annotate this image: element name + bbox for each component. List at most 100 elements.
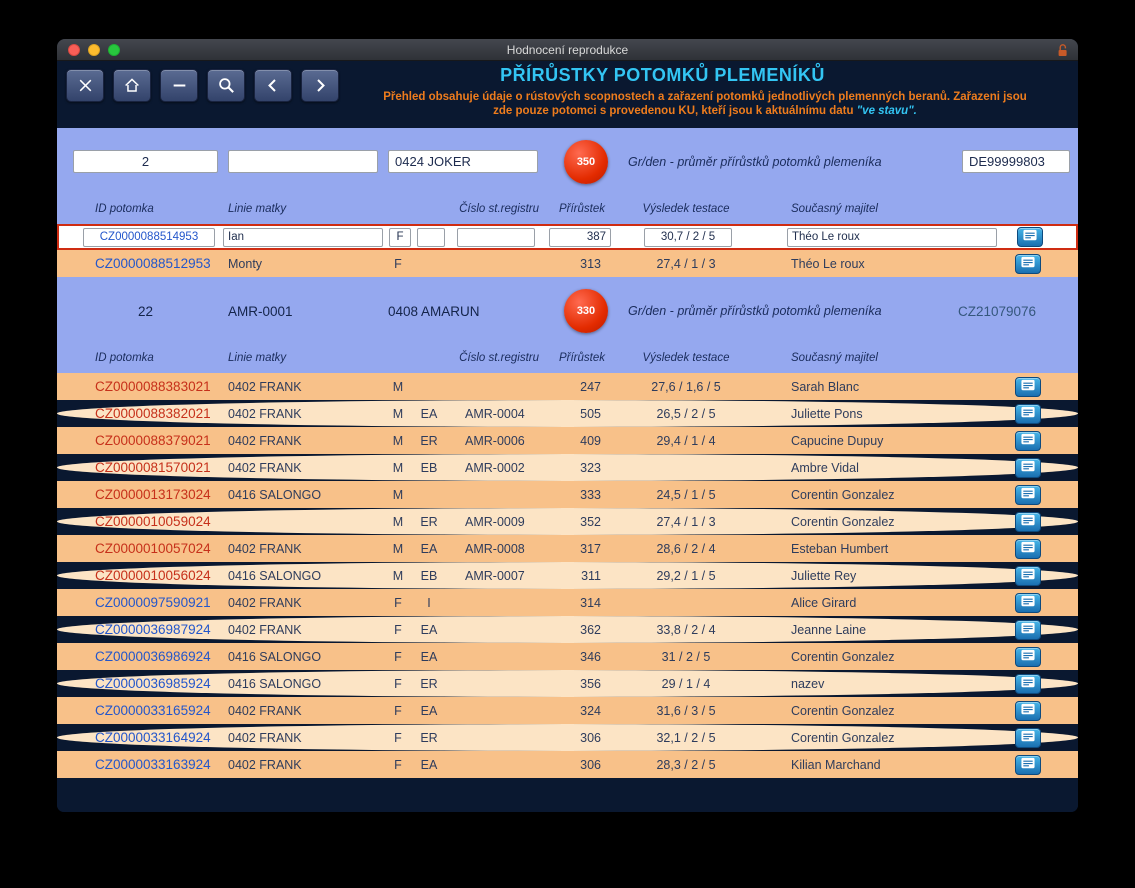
detail-button[interactable] xyxy=(1015,254,1041,274)
offspring-id[interactable]: CZ0000013173024 xyxy=(77,487,219,502)
class-value: EA xyxy=(411,704,447,718)
registration-number-input[interactable] xyxy=(962,150,1070,173)
selected-class-input[interactable] xyxy=(417,228,445,247)
selected-id-input[interactable] xyxy=(83,228,215,247)
column-header-owner: Současný majitel xyxy=(781,352,1003,364)
detail-button[interactable] xyxy=(1015,458,1041,478)
test-result-value: 28,3 / 2 / 5 xyxy=(621,758,751,772)
offspring-row[interactable]: CZ0000036985924 0416 SALONGO F ER 356 29… xyxy=(57,670,1078,697)
offspring-row[interactable]: CZ0000081570021 0402 FRANK M EB AMR-0002… xyxy=(57,454,1078,481)
dam-line-input[interactable] xyxy=(228,150,378,173)
offspring-row[interactable]: CZ0000010059024 M ER AMR-0009 352 27,4 /… xyxy=(57,508,1078,535)
minus-button[interactable] xyxy=(160,69,198,102)
app-header: PŘÍRŮSTKY POTOMKŮ PLEMENÍKŮ Přehled obsa… xyxy=(57,61,1078,128)
sire-name-input[interactable] xyxy=(388,150,538,173)
detail-button[interactable] xyxy=(1015,647,1041,667)
class-value: ER xyxy=(411,515,447,529)
offspring-id[interactable]: CZ0000088379021 xyxy=(77,433,219,448)
class-value: EA xyxy=(411,623,447,637)
sire-name-text: 0408 AMARUN xyxy=(388,285,538,337)
offspring-row[interactable]: CZ0000010057024 0402 FRANK M EA AMR-0008… xyxy=(57,535,1078,562)
daily-gain-value: 311 xyxy=(541,569,621,583)
order-number-text: 22 xyxy=(73,285,218,337)
offspring-id[interactable]: CZ0000033163924 xyxy=(77,757,219,772)
class-value: EB xyxy=(411,569,447,583)
offspring-row[interactable]: CZ0000036987924 0402 FRANK F EA 362 33,8… xyxy=(57,616,1078,643)
order-number-input[interactable] xyxy=(73,150,218,173)
column-header-test: Výsledek testace xyxy=(621,203,751,215)
offspring-row[interactable]: CZ0000088382021 0402 FRANK M EA AMR-0004… xyxy=(57,400,1078,427)
detail-button[interactable] xyxy=(1015,728,1041,748)
offspring-id[interactable]: CZ0000088512953 xyxy=(77,256,219,271)
owner-value: Alice Girard xyxy=(781,596,1003,610)
offspring-row[interactable]: CZ0000088383021 0402 FRANK M 247 27,6 / … xyxy=(57,373,1078,400)
test-result-value: 29 / 1 / 4 xyxy=(621,677,751,691)
close-button[interactable] xyxy=(66,69,104,102)
offspring-id[interactable]: CZ0000033165924 xyxy=(77,703,219,718)
registry-number-value: AMR-0009 xyxy=(447,515,541,529)
close-traffic-light[interactable] xyxy=(68,44,80,56)
daily-gain-value: 306 xyxy=(541,731,621,745)
detail-button[interactable] xyxy=(1015,377,1041,397)
selected-registry-input[interactable] xyxy=(457,228,535,247)
detail-button[interactable] xyxy=(1015,539,1041,559)
minimize-traffic-light[interactable] xyxy=(88,44,100,56)
avg-gain-label: Gr/den - průměr přírůstků potomků plemen… xyxy=(628,285,882,337)
offspring-row[interactable]: CZ0000036986924 0416 SALONGO F EA 346 31… xyxy=(57,643,1078,670)
detail-button[interactable] xyxy=(1015,755,1041,775)
selected-dam-line-input[interactable] xyxy=(223,228,383,247)
offspring-id[interactable]: CZ0000010059024 xyxy=(77,514,219,529)
offspring-row[interactable]: CZ0000013173024 0416 SALONGO M 333 24,5 … xyxy=(57,481,1078,508)
offspring-row[interactable]: CZ0000033163924 0402 FRANK F EA 306 28,3… xyxy=(57,751,1078,778)
offspring-id[interactable]: CZ0000088382021 xyxy=(77,406,219,421)
selected-gain-input[interactable] xyxy=(549,228,611,247)
offspring-id[interactable]: CZ0000033164924 xyxy=(77,730,219,745)
offspring-id[interactable]: CZ0000097590921 xyxy=(77,595,219,610)
detail-button[interactable] xyxy=(1015,404,1041,424)
owner-value: Corentin Gonzalez xyxy=(781,488,1003,502)
offspring-id[interactable]: CZ0000088383021 xyxy=(77,379,219,394)
sex-value: F xyxy=(385,677,411,691)
offspring-row[interactable]: CZ0000097590921 0402 FRANK F I 314 Alice… xyxy=(57,589,1078,616)
sex-value: F xyxy=(385,623,411,637)
zoom-traffic-light[interactable] xyxy=(108,44,120,56)
detail-button[interactable] xyxy=(1015,674,1041,694)
detail-button[interactable] xyxy=(1015,512,1041,532)
search-button[interactable] xyxy=(207,69,245,102)
offspring-id[interactable]: CZ0000010056024 xyxy=(77,568,219,583)
offspring-id[interactable]: CZ0000036985924 xyxy=(77,676,219,691)
selected-test-input[interactable] xyxy=(644,228,732,247)
detail-button[interactable] xyxy=(1017,227,1043,247)
offspring-id[interactable]: CZ0000010057024 xyxy=(77,541,219,556)
detail-button[interactable] xyxy=(1015,485,1041,505)
selected-sex-input[interactable] xyxy=(389,228,411,247)
detail-button[interactable] xyxy=(1015,593,1041,613)
subtitle-line1: Přehled obsahuje údaje o rústových scopn… xyxy=(383,91,1027,103)
owner-value: Kilian Marchand xyxy=(781,758,1003,772)
offspring-row[interactable]: CZ0000088512953 Monty F 313 27,4 / 1 / 3… xyxy=(57,250,1078,277)
sex-value: M xyxy=(385,542,411,556)
detail-button[interactable] xyxy=(1015,566,1041,586)
titlebar[interactable]: Hodnocení reprodukce xyxy=(57,39,1078,61)
offspring-row[interactable]: CZ0000088379021 0402 FRANK M ER AMR-0006… xyxy=(57,427,1078,454)
offspring-row-selected[interactable] xyxy=(57,224,1078,250)
detail-button[interactable] xyxy=(1015,701,1041,721)
home-button[interactable] xyxy=(113,69,151,102)
offspring-row[interactable]: CZ0000010056024 0416 SALONGO M EB AMR-00… xyxy=(57,562,1078,589)
owner-value: nazev xyxy=(781,677,1003,691)
class-value: I xyxy=(411,596,447,610)
offspring-row[interactable]: CZ0000033164924 0402 FRANK F ER 306 32,1… xyxy=(57,724,1078,751)
sex-value: F xyxy=(385,731,411,745)
sex-value: M xyxy=(385,407,411,421)
owner-value: Juliette Pons xyxy=(781,407,1003,421)
selected-owner-input[interactable] xyxy=(787,228,997,247)
report-icon xyxy=(1018,756,1038,774)
owner-value: Juliette Rey xyxy=(781,569,1003,583)
offspring-id[interactable]: CZ0000036987924 xyxy=(77,622,219,637)
offspring-row[interactable]: CZ0000033165924 0402 FRANK F EA 324 31,6… xyxy=(57,697,1078,724)
offspring-id[interactable]: CZ0000036986924 xyxy=(77,649,219,664)
sex-value: F xyxy=(385,758,411,772)
detail-button[interactable] xyxy=(1015,620,1041,640)
detail-button[interactable] xyxy=(1015,431,1041,451)
offspring-id[interactable]: CZ0000081570021 xyxy=(77,460,219,475)
